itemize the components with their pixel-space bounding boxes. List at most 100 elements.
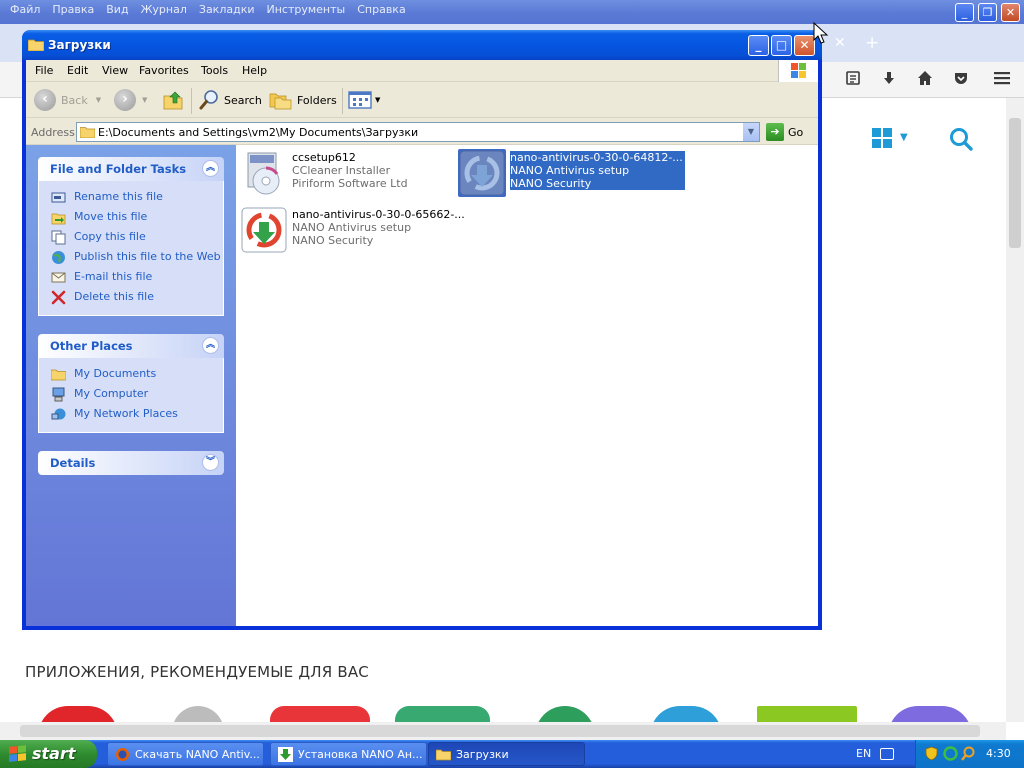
app-tile[interactable] (270, 706, 370, 722)
taskbar-item-firefox[interactable]: Скачать NANO Antiv... (107, 742, 264, 766)
pocket-icon[interactable] (951, 70, 971, 90)
app-tile[interactable] (395, 706, 490, 722)
menu-icon[interactable] (992, 70, 1012, 90)
menu-help[interactable]: Help (242, 64, 267, 77)
ff-menu-tools[interactable]: Инструменты (261, 3, 352, 16)
menu-tools[interactable]: Tools (201, 64, 228, 77)
ff-minimize-button[interactable]: _ (955, 3, 974, 22)
ff-restore-button[interactable]: ❐ (978, 3, 997, 22)
search-icon (199, 90, 218, 110)
move-icon (51, 213, 66, 225)
windows-logo-icon[interactable] (872, 128, 892, 148)
vertical-scrollbar[interactable] (1006, 98, 1024, 722)
panel-header[interactable]: Other Places ︽ (38, 334, 224, 358)
search-icon[interactable] (948, 126, 974, 152)
menu-view[interactable]: View (102, 64, 128, 77)
ff-menu-history[interactable]: Журнал (135, 3, 193, 16)
file-item-selected[interactable]: nano-antivirus-0-30-0-64812-... NANO Ant… (458, 149, 685, 199)
panel-header[interactable]: File and Folder Tasks ︽ (38, 157, 224, 181)
minimize-button[interactable]: _ (748, 35, 769, 56)
chevron-up-icon[interactable]: ︽ (202, 337, 219, 354)
folders-icon (269, 93, 292, 110)
panel-header[interactable]: Details ︾ (38, 451, 224, 475)
place-my-network[interactable]: My Network Places (39, 404, 223, 424)
file-meta: nano-antivirus-0-30-0-65662-... NANO Ant… (292, 208, 465, 247)
app-tile[interactable] (757, 706, 857, 722)
maximize-button[interactable]: □ (771, 35, 792, 56)
publish-web-icon (52, 251, 65, 264)
forward-button[interactable]: › ▼ (114, 88, 147, 112)
folders-label: Folders (297, 93, 337, 107)
ff-close-button[interactable]: ✕ (1001, 3, 1020, 22)
file-name: ccsetup612 (292, 151, 356, 164)
language-indicator[interactable]: EN (856, 747, 871, 760)
taskbar-item-label: Установка NANO Ан... (298, 748, 423, 761)
home-icon[interactable] (915, 70, 935, 90)
search-button[interactable]: Search (198, 88, 262, 112)
chevron-down-icon[interactable]: ︾ (202, 454, 219, 471)
dropdown-arrow-icon[interactable]: ▼ (96, 96, 101, 104)
scrollbar-thumb[interactable] (1009, 118, 1021, 248)
menu-edit[interactable]: Edit (67, 64, 88, 77)
chevron-down-icon[interactable]: ▼ (900, 132, 908, 143)
firefox-menubar: Файл Правка Вид Журнал Закладки Инструме… (4, 3, 412, 16)
task-delete[interactable]: Delete this file (39, 287, 223, 307)
views-button[interactable]: ▼ (348, 88, 380, 112)
app-tile[interactable] (172, 706, 224, 722)
nano-tray-icon[interactable] (943, 746, 958, 761)
reading-list-icon[interactable] (843, 70, 863, 90)
task-copy[interactable]: Copy this file (39, 227, 223, 247)
folder-icon (51, 369, 66, 381)
place-label: My Documents (74, 367, 157, 380)
task-rename[interactable]: Rename this file (39, 187, 223, 207)
security-shield-icon[interactable] (924, 746, 939, 761)
folders-button[interactable]: Folders (269, 88, 337, 112)
ff-menu-edit[interactable]: Правка (46, 3, 100, 16)
ff-menu-help[interactable]: Справка (351, 3, 411, 16)
back-button[interactable]: ‹ Back ▼ (34, 88, 101, 112)
tab-close-icon[interactable]: ✕ (834, 35, 846, 51)
scrollbar-thumb[interactable] (20, 725, 980, 737)
place-my-computer[interactable]: My Computer (39, 384, 223, 404)
up-folder-icon (163, 91, 183, 110)
app-tile[interactable] (38, 706, 118, 722)
menu-file[interactable]: File (35, 64, 53, 77)
app-tile[interactable] (535, 706, 595, 722)
chevron-up-icon[interactable]: ︽ (202, 160, 219, 177)
taskbar-item-explorer[interactable]: Загрузки (428, 742, 585, 766)
file-list: ccsetup612 CCleaner Installer Piriform S… (236, 145, 818, 626)
taskbar-item-label: Скачать NANO Antiv... (135, 748, 260, 761)
task-publish[interactable]: Publish this file to the Web (39, 247, 223, 267)
new-tab-button[interactable]: + (865, 33, 879, 53)
horizontal-scrollbar[interactable] (0, 722, 1006, 740)
explorer-titlebar[interactable]: Загрузки _ □ ✕ (22, 30, 822, 60)
task-email[interactable]: E-mail this file (39, 267, 223, 287)
start-button[interactable]: start (0, 740, 97, 768)
keyboard-icon[interactable] (880, 748, 894, 760)
search-tray-icon[interactable] (961, 746, 976, 761)
task-move[interactable]: Move this file (39, 207, 223, 227)
firefox-icon (116, 748, 129, 761)
up-folder-button[interactable] (162, 88, 184, 112)
go-label: Go (788, 125, 804, 139)
explorer-window: Загрузки _ □ ✕ File Edit View Favorites … (22, 30, 822, 630)
file-item[interactable]: nano-antivirus-0-30-0-65662-... NANO Ant… (240, 206, 465, 256)
download-icon[interactable] (879, 70, 899, 90)
app-tile[interactable] (888, 706, 972, 722)
ff-menu-file[interactable]: Файл (4, 3, 46, 16)
close-button[interactable]: ✕ (794, 35, 815, 56)
taskbar-item-installer[interactable]: Установка NANO Ан... (270, 742, 427, 766)
mouse-cursor-icon (813, 22, 829, 44)
file-item[interactable]: ccsetup612 CCleaner Installer Piriform S… (240, 149, 450, 199)
start-label: start (32, 744, 76, 763)
menu-favorites[interactable]: Favorites (139, 64, 189, 77)
installer-icon (278, 747, 293, 762)
app-tile[interactable] (650, 706, 722, 722)
ff-menu-bookmarks[interactable]: Закладки (193, 3, 261, 16)
go-button[interactable]: ➔ Go (766, 123, 803, 141)
dropdown-arrow-icon[interactable]: ▼ (142, 96, 147, 104)
place-my-documents[interactable]: My Documents (39, 364, 223, 384)
ff-menu-view[interactable]: Вид (100, 3, 134, 16)
address-dropdown-button[interactable]: ▼ (742, 123, 759, 141)
address-input[interactable]: E:\Documents and Settings\vm2\My Documen… (76, 122, 760, 142)
